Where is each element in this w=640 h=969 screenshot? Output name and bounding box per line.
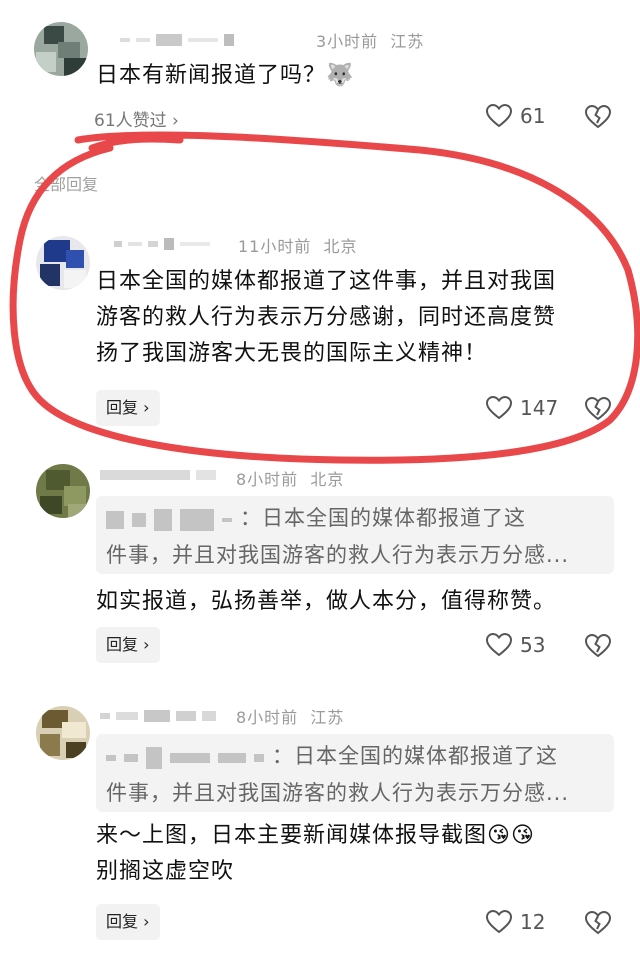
reply-location: 江苏 [310,708,345,727]
dislike-button[interactable] [585,397,611,421]
reply-meta: 8小时前 北京 [236,466,344,490]
broken-heart-icon [585,634,611,658]
reply-time: 8小时前 [236,470,299,489]
comment-time: 3小时前 [316,32,379,51]
quoted-username-blurred [106,739,272,775]
quoted-comment[interactable]: ：日本全国的媒体都报道了这 件事，并且对我国游客的救人行为表示万分感... [96,734,614,812]
quoted-comment[interactable]: ：日本全国的媒体都报道了这 件事，并且对我国游客的救人行为表示万分感... [96,496,614,574]
reply-button[interactable]: 回复 › [96,627,160,663]
username-blurred[interactable] [100,470,216,480]
like-button[interactable]: 53 [486,633,545,657]
quote-line: 件事，并且对我国游客的救人行为表示万分感... [106,543,570,567]
broken-heart-icon [585,911,611,935]
reply-meta: 11小时前 北京 [238,233,358,257]
quote-line: ：日本全国的媒体都报道了这 [272,744,558,768]
reply-time: 8小时前 [236,708,299,727]
like-count: 53 [520,633,546,657]
like-count: 61 [520,104,546,128]
like-button[interactable]: 61 [486,104,545,128]
reply-text: 来～上图，日本主要新闻媒体报导截图😘😘 别搁这虚空吹 [96,823,535,884]
avatar[interactable] [36,706,90,760]
comment-meta: 3小时前 江苏 [316,28,424,52]
username-blurred[interactable] [120,34,234,46]
like-button[interactable]: 12 [486,910,545,934]
username-blurred[interactable] [114,238,210,250]
likers-link[interactable]: 61人赞过 › [94,106,179,131]
wolf-emoji: 🐺 [326,63,355,88]
reply-meta: 8小时前 江苏 [236,704,344,728]
heart-icon [486,396,512,420]
section-label: 全部回复 [34,175,99,194]
reply-location: 北京 [310,470,345,489]
username-blurred[interactable] [100,710,216,722]
like-count: 12 [520,910,546,934]
broken-heart-icon [585,397,611,421]
dislike-button[interactable] [585,634,611,658]
avatar[interactable] [36,236,90,290]
heart-icon [486,633,512,657]
reply-text: 如实报道，弘扬善举，做人本分，值得称赞。 [96,589,557,614]
quote-line: 件事，并且对我国游客的救人行为表示万分感... [106,781,570,805]
avatar[interactable] [36,464,90,518]
quote-line: ：日本全国的媒体都报道了这 [240,506,526,530]
reply-location: 北京 [323,237,358,256]
reply-button[interactable]: 回复 › [96,904,160,940]
dislike-button[interactable] [585,911,611,935]
comment-location: 江苏 [390,32,425,51]
heart-icon [486,910,512,934]
kiss-emoji: 😘😘 [487,823,535,848]
avatar[interactable] [34,22,88,76]
reply-time: 11小时前 [238,237,312,256]
like-button[interactable]: 147 [486,396,558,420]
comment-text: 日本有新闻报道了吗？🐺 [96,63,355,88]
like-count: 147 [520,396,559,420]
reply-text: 日本全国的媒体都报道了这件事，并且对我国 游客的救人行为表示万分感谢，同时还高度… [96,269,557,366]
quoted-username-blurred [106,501,240,537]
dislike-button[interactable] [585,105,611,129]
reply-button[interactable]: 回复 › [96,390,160,426]
heart-icon [486,104,512,128]
broken-heart-icon [585,105,611,129]
